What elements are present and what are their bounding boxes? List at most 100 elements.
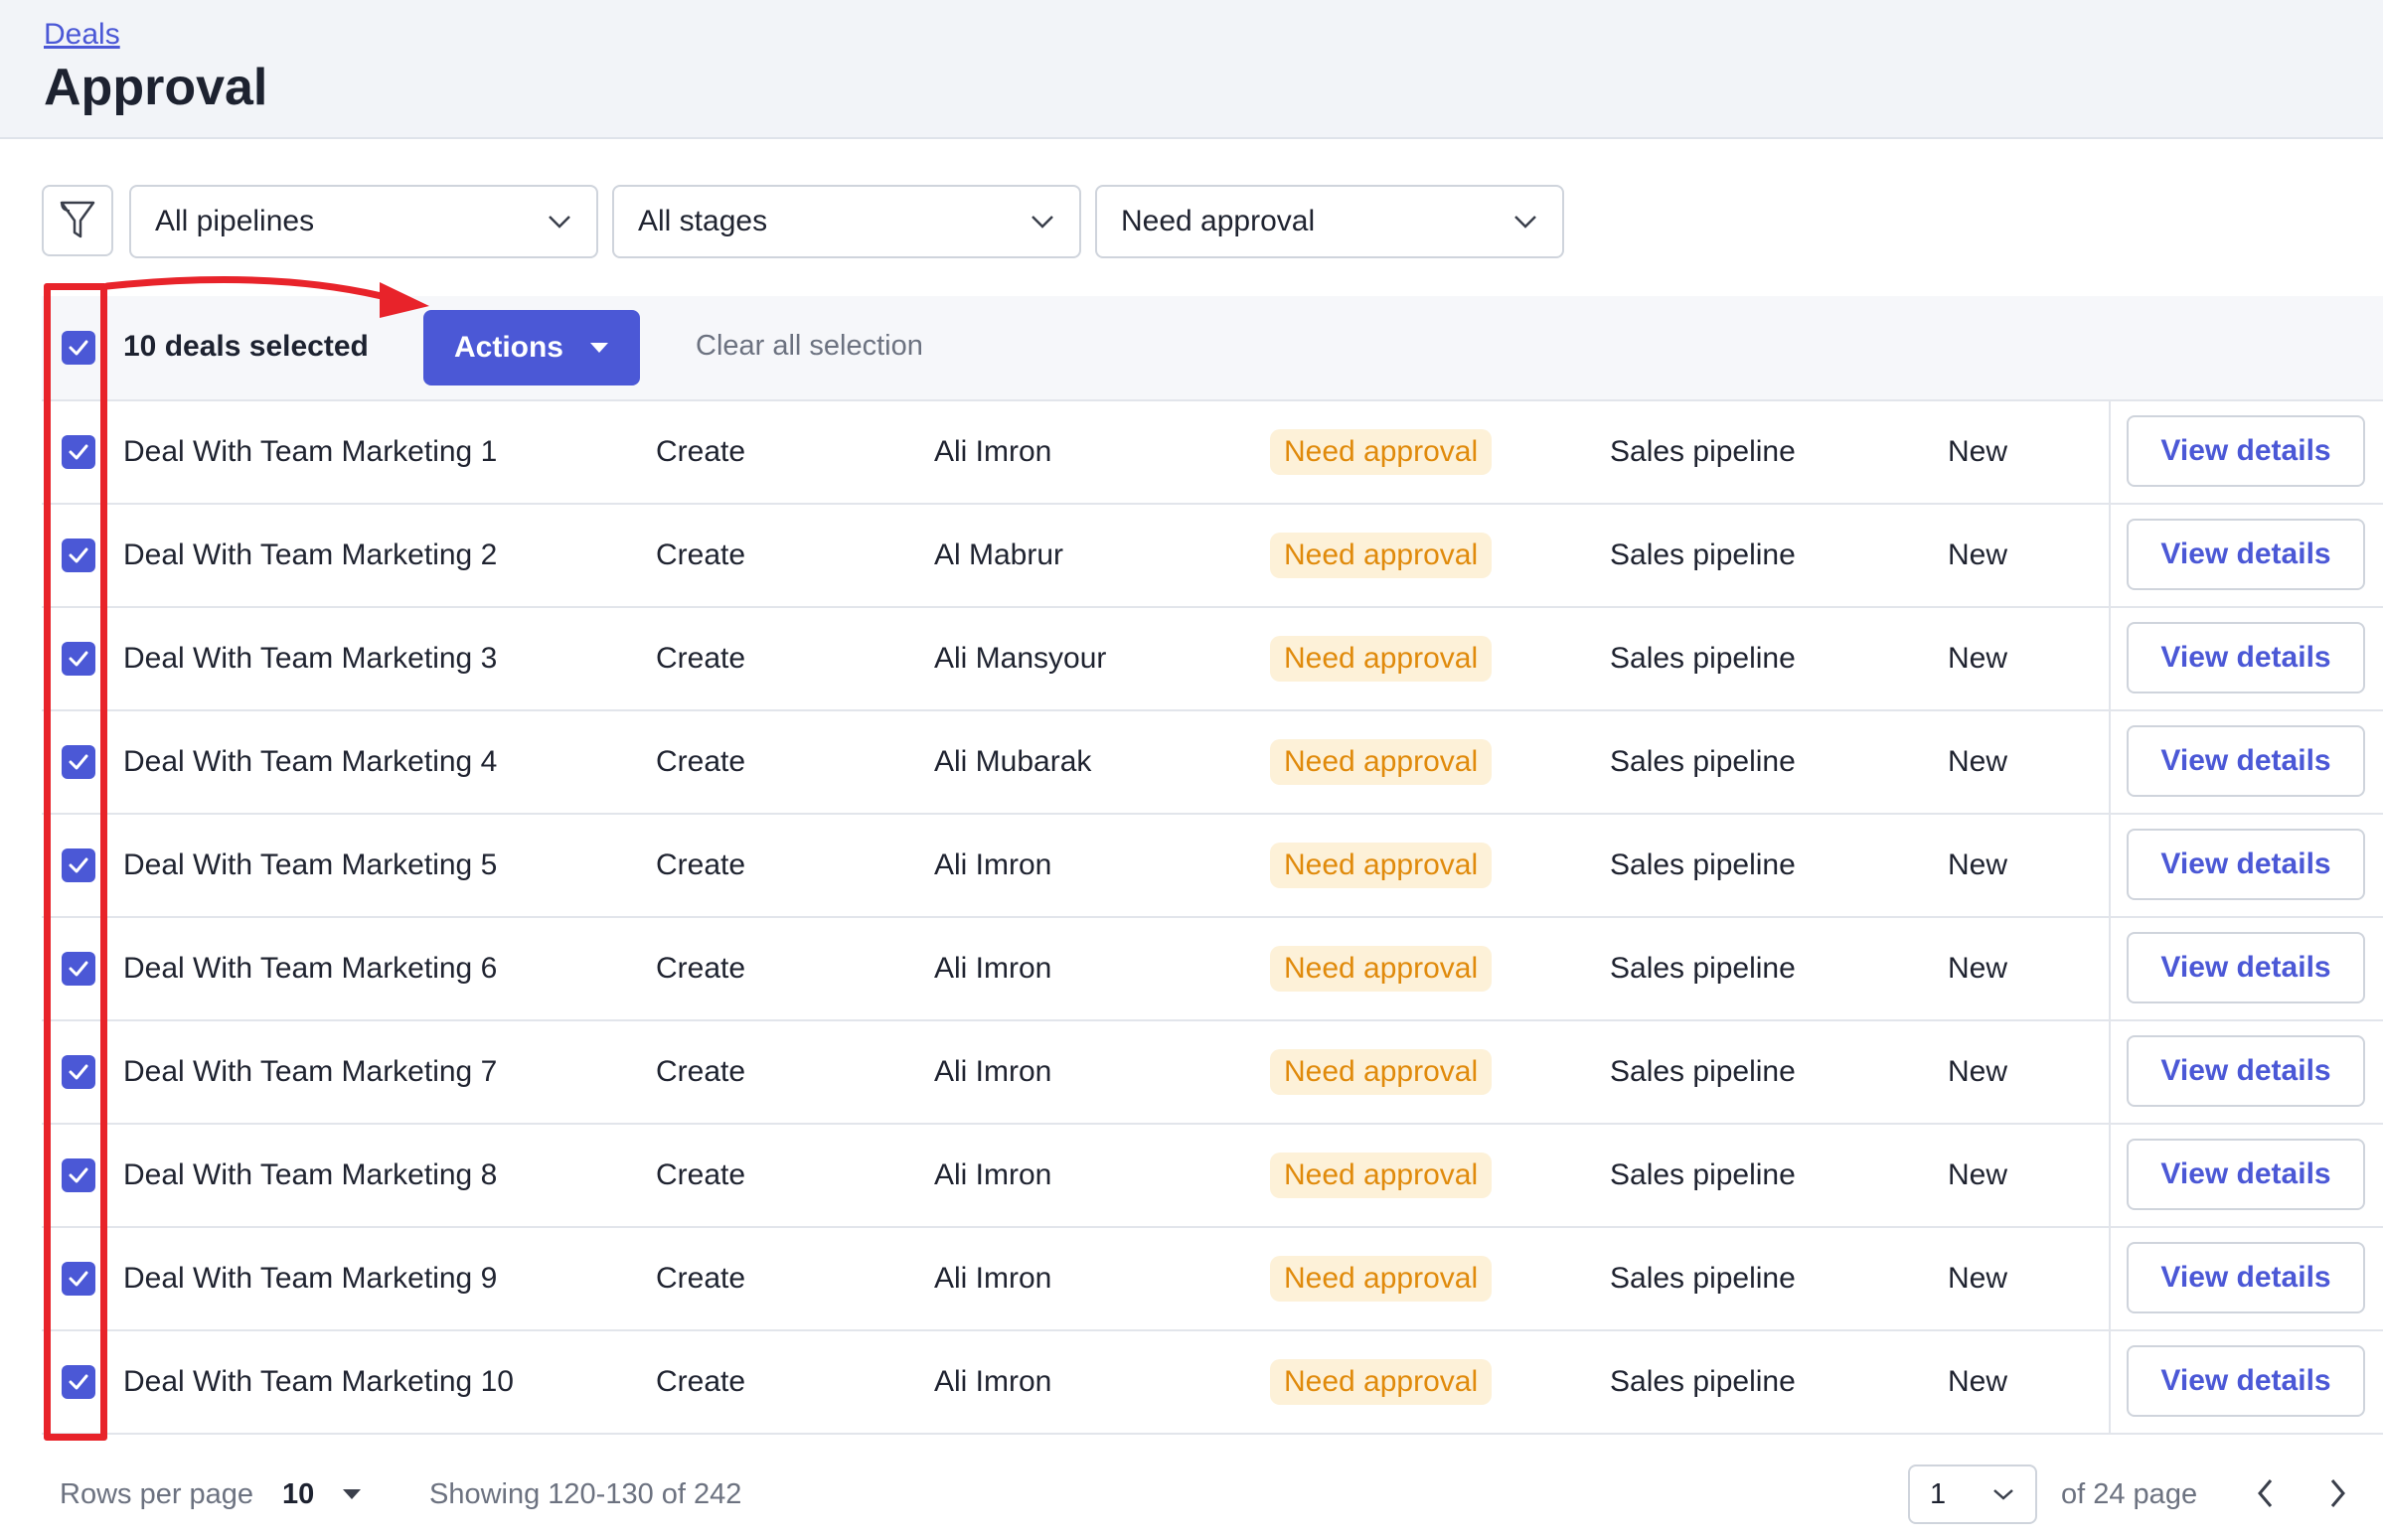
table-row: Deal With Team Marketing 9 Create Ali Imro…: [42, 1228, 2383, 1331]
deal-pipeline: Sales pipeline: [1610, 1262, 1796, 1295]
deal-name: Deal With Team Marketing 3: [123, 642, 498, 675]
deal-pipeline: Sales pipeline: [1610, 1055, 1796, 1088]
row-checkbox[interactable]: [62, 435, 95, 469]
clear-selection-link[interactable]: Clear all selection: [696, 330, 923, 363]
row-checkbox[interactable]: [62, 745, 95, 779]
deal-type: Create: [656, 952, 746, 985]
table-row: Deal With Team Marketing 7 Create Ali Imro…: [42, 1021, 2383, 1125]
deal-owner: Ali Imron: [934, 435, 1052, 468]
view-details-button[interactable]: View details: [2127, 1139, 2365, 1210]
row-action-cell: View details: [2109, 401, 2383, 503]
chevron-left-icon[interactable]: [2252, 1476, 2280, 1510]
table-row: Deal With Team Marketing 6 Create Ali Imro…: [42, 918, 2383, 1021]
table-row: Deal With Team Marketing 8 Create Ali Imro…: [42, 1125, 2383, 1228]
status-badge: Need approval: [1270, 1049, 1493, 1095]
check-icon: [69, 1271, 88, 1287]
row-checkbox[interactable]: [62, 642, 95, 676]
page-total: of 24 page: [2061, 1478, 2198, 1510]
deal-name: Deal With Team Marketing 7: [123, 1055, 498, 1088]
check-icon: [69, 961, 88, 977]
status-badge: Need approval: [1270, 1256, 1493, 1302]
row-checkbox[interactable]: [62, 539, 95, 572]
view-details-button[interactable]: View details: [2127, 829, 2365, 900]
deal-stage: New: [1948, 745, 2008, 778]
rows-per-page-value[interactable]: 10: [282, 1478, 314, 1511]
deal-pipeline: Sales pipeline: [1610, 745, 1796, 778]
view-details-button[interactable]: View details: [2127, 519, 2365, 590]
breadcrumb-deals[interactable]: Deals: [44, 18, 120, 52]
actions-button[interactable]: Actions: [423, 310, 640, 385]
status-select[interactable]: Need approval: [1095, 185, 1564, 258]
table-row: Deal With Team Marketing 4 Create Ali Muba…: [42, 711, 2383, 815]
view-details-button[interactable]: View details: [2127, 1035, 2365, 1107]
row-action-cell: View details: [2109, 608, 2383, 709]
row-checkbox[interactable]: [62, 1262, 95, 1296]
deal-owner: Ali Imron: [934, 1262, 1052, 1295]
caret-down-icon[interactable]: [342, 1488, 362, 1500]
row-checkbox[interactable]: [62, 1055, 95, 1089]
deal-type: Create: [656, 435, 746, 468]
row-action-cell: View details: [2109, 1331, 2383, 1433]
check-icon: [69, 1374, 88, 1390]
status-badge: Need approval: [1270, 946, 1493, 992]
pipeline-select[interactable]: All pipelines: [129, 185, 598, 258]
page-title: Approval: [44, 59, 268, 116]
check-icon: [69, 651, 88, 667]
table-row: Deal With Team Marketing 10 Create Ali Imr…: [42, 1331, 2383, 1435]
deal-pipeline: Sales pipeline: [1610, 952, 1796, 985]
check-icon: [69, 547, 88, 563]
pagination-footer: Rows per page 10 Showing 120-130 of 242 …: [0, 1441, 2383, 1540]
check-icon: [69, 444, 88, 460]
chevron-down-icon: [549, 216, 570, 229]
chevron-down-icon: [1032, 216, 1053, 229]
pipeline-select-value: All pipelines: [155, 205, 315, 237]
deal-owner: Ali Imron: [934, 1158, 1052, 1191]
row-action-cell: View details: [2109, 505, 2383, 606]
deals-table: Deal With Team Marketing 1 Create Ali Imro…: [42, 401, 2383, 1435]
deal-pipeline: Sales pipeline: [1610, 1158, 1796, 1191]
chevron-right-icon[interactable]: [2323, 1476, 2351, 1510]
deal-stage: New: [1948, 539, 2008, 571]
deal-owner: Ali Imron: [934, 848, 1052, 881]
status-badge: Need approval: [1270, 739, 1493, 785]
row-checkbox[interactable]: [62, 1158, 95, 1192]
row-action-cell: View details: [2109, 711, 2383, 813]
view-details-button[interactable]: View details: [2127, 415, 2365, 487]
view-details-button[interactable]: View details: [2127, 725, 2365, 797]
view-details-button[interactable]: View details: [2127, 932, 2365, 1003]
deal-name: Deal With Team Marketing 2: [123, 539, 498, 571]
deal-stage: New: [1948, 848, 2008, 881]
view-details-button[interactable]: View details: [2127, 1345, 2365, 1417]
page-header: Deals Approval: [0, 0, 2383, 139]
deal-owner: Al Mabrur: [934, 539, 1064, 571]
status-badge: Need approval: [1270, 1359, 1493, 1405]
view-details-button[interactable]: View details: [2127, 1242, 2365, 1313]
deal-pipeline: Sales pipeline: [1610, 539, 1796, 571]
deal-name: Deal With Team Marketing 5: [123, 848, 498, 881]
deal-pipeline: Sales pipeline: [1610, 848, 1796, 881]
deal-name: Deal With Team Marketing 9: [123, 1262, 498, 1295]
row-checkbox[interactable]: [62, 1365, 95, 1399]
row-checkbox[interactable]: [62, 848, 95, 882]
actions-button-label: Actions: [453, 331, 563, 364]
check-icon: [69, 1064, 88, 1080]
status-badge: Need approval: [1270, 843, 1493, 888]
status-badge: Need approval: [1270, 1153, 1493, 1198]
deal-type: Create: [656, 1055, 746, 1088]
deal-type: Create: [656, 848, 746, 881]
deal-type: Create: [656, 745, 746, 778]
status-badge: Need approval: [1270, 533, 1493, 578]
filter-button[interactable]: [42, 185, 113, 256]
view-details-button[interactable]: View details: [2127, 622, 2365, 693]
deal-name: Deal With Team Marketing 1: [123, 435, 498, 468]
select-all-checkbox[interactable]: [62, 331, 95, 365]
page-select[interactable]: 1: [1908, 1464, 2037, 1524]
deal-type: Create: [656, 1158, 746, 1191]
selected-count: 10 deals selected: [123, 330, 369, 363]
row-checkbox[interactable]: [62, 952, 95, 986]
deal-type: Create: [656, 539, 746, 571]
stage-select[interactable]: All stages: [612, 185, 1081, 258]
row-action-cell: View details: [2109, 1228, 2383, 1329]
deal-name: Deal With Team Marketing 10: [123, 1365, 514, 1398]
deal-type: Create: [656, 1365, 746, 1398]
